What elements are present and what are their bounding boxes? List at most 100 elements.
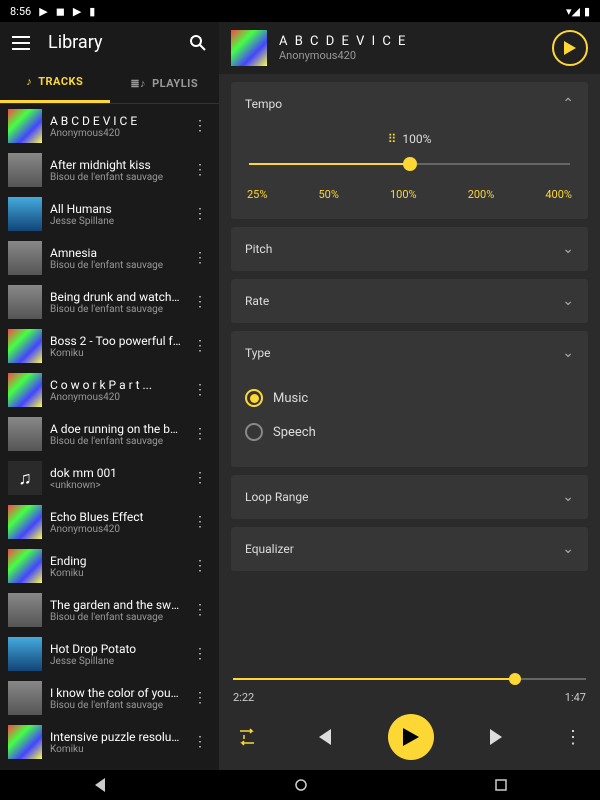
track-menu-button[interactable]: ⋮ [189,470,211,486]
track-menu-button[interactable]: ⋮ [189,426,211,442]
rate-panel[interactable]: Rate ⌄ [231,279,588,323]
home-icon[interactable] [294,778,308,792]
now-playing-title: A B C D E V I C E [279,34,540,49]
track-menu-button[interactable]: ⋮ [189,734,211,750]
status-icon: ◼ [56,5,65,18]
pitch-panel[interactable]: Pitch ⌄ [231,227,588,271]
track-menu-button[interactable]: ⋮ [189,250,211,266]
track-thumb [8,241,42,275]
track-row[interactable]: C o w o r k P a r t ...Anonymous420⋮ [0,368,219,412]
track-title: Intensive puzzle resoluti... [50,730,181,744]
tempo-marks: 25% 50% 100% 200% 400% [245,188,574,201]
track-thumb: ♫ [8,461,42,495]
track-thumb [8,637,42,671]
track-row[interactable]: After midnight kissBisou de l'enfant sau… [0,148,219,192]
tab-playlist[interactable]: ≣♪ PLAYLIS [110,63,220,103]
radio-music[interactable]: Music [245,381,574,415]
track-row[interactable]: Intensive puzzle resoluti...Komiku ⋮ [0,720,219,764]
track-thumb [8,725,42,759]
track-row[interactable]: Being drunk and watchi...Bisou de l'enfa… [0,280,219,324]
tempo-header[interactable]: Tempo ⌃ [231,82,588,126]
track-menu-button[interactable]: ⋮ [189,162,211,178]
more-button[interactable]: ⋮ [564,727,582,748]
track-title: C o w o r k P a r t ... [50,378,181,392]
track-menu-button[interactable]: ⋮ [189,690,211,706]
track-thumb [8,505,42,539]
status-bar: 8:56 ▶ ◼ ▶ ▮ ▾◢ ▮ [0,0,600,22]
track-menu-button[interactable]: ⋮ [189,338,211,354]
status-icon: ▶ [39,5,47,18]
track-thumb [8,549,42,583]
track-menu-button[interactable]: ⋮ [189,206,211,222]
main-panel: A B C D E V I C E Anonymous420 Tempo ⌃ ⠿… [219,22,600,770]
system-nav [0,770,600,800]
repeat-button[interactable] [237,728,257,746]
track-menu-button[interactable]: ⋮ [189,294,211,310]
panel-title: Rate [245,294,269,308]
track-artist: Bisou de l'enfant sauvage [50,700,181,711]
tab-label: TRACKS [38,75,83,88]
track-row[interactable]: ♫dok mm 001<unknown>⋮ [0,456,219,500]
track-row[interactable]: AmnesiaBisou de l'enfant sauvage⋮ [0,236,219,280]
tempo-mark[interactable]: 25% [247,188,267,201]
loop-range-panel[interactable]: Loop Range ⌄ [231,475,588,519]
chevron-down-icon: ⌄ [562,345,574,361]
tempo-mark[interactable]: 400% [545,188,572,201]
track-artist: Komiku [50,348,181,359]
tab-tracks[interactable]: ♪ TRACKS [0,63,110,103]
tempo-mark[interactable]: 50% [319,188,339,201]
track-menu-button[interactable]: ⋮ [189,118,211,134]
next-button[interactable] [490,729,508,745]
track-row[interactable]: Echo Blues EffectAnonymous420 ⋮ [0,500,219,544]
time-elapsed: 2:22 [233,691,254,704]
track-thumb [8,109,42,143]
track-thumb [8,153,42,187]
type-header[interactable]: Type ⌄ [231,331,588,375]
radio-speech[interactable]: Speech [245,415,574,449]
progress-slider[interactable] [233,671,586,687]
back-icon[interactable] [93,778,107,792]
recent-icon[interactable] [495,779,507,791]
track-artist: Komiku [50,568,181,579]
track-thumb [8,197,42,231]
album-art [231,30,267,66]
panel-title: Pitch [245,242,272,256]
search-icon[interactable] [189,34,207,52]
status-time: 8:56 [10,5,31,18]
equalizer-panel[interactable]: Equalizer ⌄ [231,527,588,571]
track-row[interactable]: EndingKomiku⋮ [0,544,219,588]
tempo-slider[interactable] [249,154,570,174]
tempo-mark[interactable]: 200% [468,188,495,201]
track-menu-button[interactable]: ⋮ [189,646,211,662]
track-row[interactable]: All HumansJesse Spillane⋮ [0,192,219,236]
play-button[interactable] [388,714,434,760]
play-button-small[interactable] [552,30,588,66]
track-title: Echo Blues Effect [50,510,181,524]
track-thumb [8,285,42,319]
tempo-mark[interactable]: 100% [390,188,417,201]
track-list[interactable]: A B C D E V I C EAnonymous420⋮After midn… [0,104,219,770]
status-icon: ▮ [89,5,95,18]
track-artist: Bisou de l'enfant sauvage [50,172,181,183]
track-artist: Komiku [50,744,181,755]
tab-label: PLAYLIS [152,77,198,90]
track-row[interactable]: Hot Drop PotatoJesse Spillane⋮ [0,632,219,676]
track-menu-button[interactable]: ⋮ [189,558,211,574]
page-title: Library [48,32,171,53]
track-menu-button[interactable]: ⋮ [189,602,211,618]
track-row[interactable]: Boss 2 - Too powerful f...Komiku⋮ [0,324,219,368]
track-menu-button[interactable]: ⋮ [189,514,211,530]
track-menu-button[interactable]: ⋮ [189,382,211,398]
track-row[interactable]: A B C D E V I C EAnonymous420⋮ [0,104,219,148]
music-note-icon: ♪ [26,75,32,88]
track-title: After midnight kiss [50,158,181,172]
prev-button[interactable] [313,729,331,745]
tempo-value: 100% [402,132,431,146]
chevron-down-icon: ⌄ [562,489,574,505]
track-row[interactable]: A doe running on the be...Bisou de l'enf… [0,412,219,456]
hamburger-icon[interactable] [12,36,30,50]
track-row[interactable]: The garden and the swingBisou de l'enfan… [0,588,219,632]
track-thumb [8,417,42,451]
track-row[interactable]: I know the color of your ...Bisou de l'e… [0,676,219,720]
track-artist: Anonymous420 [50,524,181,535]
